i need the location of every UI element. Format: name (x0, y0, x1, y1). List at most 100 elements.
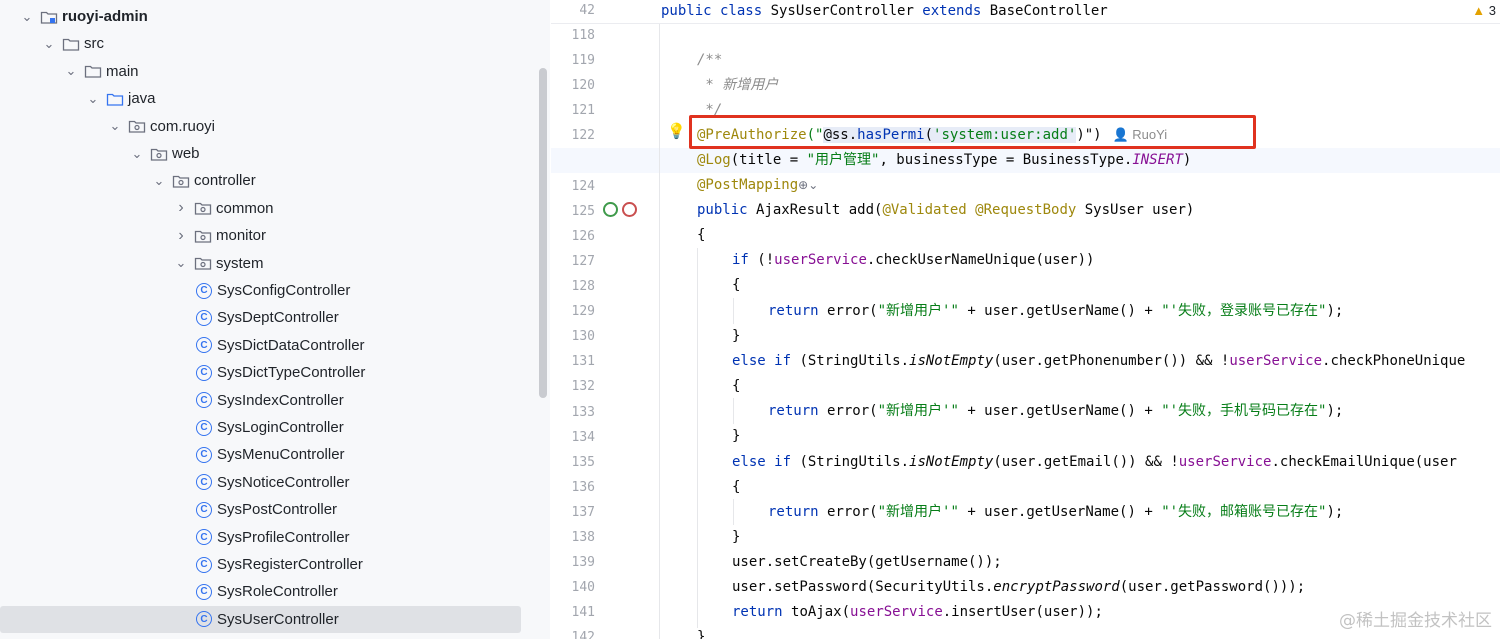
chevron-down-icon[interactable]: ⌄ (174, 255, 188, 271)
tree-item-syspostcontroller[interactable]: C SysPostController (0, 496, 540, 523)
tree-scrollbar[interactable] (539, 68, 547, 398)
chevron-down-icon[interactable]: ⌄ (130, 146, 144, 162)
code-token: "'失败，手机号码已存在" (1161, 403, 1327, 419)
code-line-127: if (!userService.checkUserNameUnique(use… (732, 250, 1094, 270)
chevron-down-icon[interactable]: ⌄ (108, 118, 122, 134)
project-tree-panel: ⌄ ruoyi-admin ⌄ src ⌄ main ⌄ java ⌄ com.ruoyi ⌄ web… (0, 0, 550, 639)
tree-item-sysnoticecontroller[interactable]: C SysNoticeController (0, 469, 540, 496)
chevron-down-icon[interactable]: ⌄ (152, 173, 166, 189)
line-number: 139 (571, 555, 595, 571)
lightbulb-icon[interactable]: 💡 (667, 122, 686, 140)
line-number: 118 (571, 28, 595, 43)
code-token: ) (1182, 152, 1192, 168)
code-line-128: { (732, 275, 740, 295)
java-class-icon: C (196, 446, 212, 463)
tree-item-monitor[interactable]: › monitor (0, 222, 540, 249)
tree-item-common[interactable]: › common (0, 195, 540, 222)
code-line-137: return error("新增用户'" + user.getUserName(… (768, 502, 1343, 522)
code-token: (user.getPassword())); (1119, 579, 1306, 595)
tree-item-sysmenucontroller[interactable]: C SysMenuController (0, 441, 540, 468)
code-token: if (732, 252, 758, 268)
tree-item-system[interactable]: ⌄ system (0, 250, 540, 277)
code-editor[interactable]: 42 public class SysUserController extend… (551, 0, 1500, 639)
java-class-icon: C (196, 583, 212, 600)
indent-guide (659, 24, 660, 639)
code-token: "'失败，登录账号已存在" (1161, 303, 1327, 319)
line-number: 130 (571, 329, 595, 345)
tree-item-label: common (216, 199, 274, 217)
globe-icon[interactable]: ⊕⌄ (798, 178, 818, 192)
tree-item-label: SysPostController (217, 501, 338, 519)
tree-item-sysconfigcontroller[interactable]: C SysConfigController (0, 277, 540, 304)
tree-item-com-ruoyi[interactable]: ⌄ com.ruoyi (0, 113, 540, 140)
tree-item-sysdeptcontroller[interactable]: C SysDeptController (0, 304, 540, 331)
tree-item-label: SysIndexController (217, 391, 344, 409)
line-number: 136 (571, 479, 595, 495)
tree-item-label: SysNoticeController (217, 473, 350, 491)
code-line-130: } (732, 326, 740, 346)
code-token: error( (827, 403, 878, 419)
tree-item-label: SysDeptController (217, 309, 339, 327)
sticky-class-header[interactable]: 42 public class SysUserController extend… (551, 0, 1500, 24)
tree-item-src[interactable]: ⌄ src (0, 30, 540, 57)
code-token: { (732, 378, 741, 394)
code-token: { (732, 277, 741, 293)
tree-item-sysregistercontroller[interactable]: C SysRegisterController (0, 551, 540, 578)
chevron-down-icon[interactable]: ⌄ (42, 36, 56, 52)
tree-item-label: SysConfigController (217, 282, 351, 299)
tree-item-main[interactable]: ⌄ main (0, 58, 540, 85)
java-class-icon: C (196, 364, 212, 381)
annotation-highlight-box (689, 115, 1256, 149)
code-line-123: @Log(title = "用户管理", businessType = Busi… (697, 150, 1191, 170)
tree-item-web[interactable]: ⌄ web (0, 140, 540, 167)
sticky-code-line: public class SysUserController extends B… (661, 1, 1108, 21)
indent-guide (733, 398, 734, 424)
code-line-125: public AjaxResult add(@Validated @Reques… (697, 200, 1194, 220)
chevron-down-icon[interactable]: ⌄ (86, 91, 100, 107)
code-token: } (732, 529, 741, 545)
chevron-right-icon[interactable]: › (174, 227, 188, 245)
code-line-134: } (732, 426, 740, 446)
line-number: 141 (571, 605, 595, 621)
code-token: return (732, 604, 792, 620)
line-number: 140 (571, 580, 595, 596)
warnings-indicator[interactable]: ▲ 3 (1472, 3, 1496, 18)
tree-item-sysdictdatacontroller[interactable]: C SysDictDataController (0, 332, 540, 359)
tree-item-label: SysMenuController (217, 446, 345, 464)
tree-item-sysusercontroller[interactable]: C SysUserController (0, 605, 521, 633)
code-token: } (732, 328, 741, 344)
code-token: "新增用户'" (877, 504, 959, 520)
line-number: 122 (571, 128, 595, 144)
code-line-126: { (697, 225, 705, 245)
chevron-down-icon[interactable]: ⌄ (20, 9, 34, 25)
java-class-icon: C (196, 282, 212, 299)
request-mapping-icon[interactable] (622, 202, 637, 217)
code-token: .insertUser(user)); (942, 604, 1103, 620)
line-number: 131 (571, 354, 595, 370)
warning-triangle-icon: ▲ (1472, 3, 1486, 18)
folder-icon (84, 63, 102, 79)
code-token: { (697, 227, 706, 243)
tree-item-sysdicttypecontroller[interactable]: C SysDictTypeController (0, 359, 540, 386)
code-token: ); (1326, 403, 1344, 419)
tree-item-label: com.ruoyi (150, 117, 216, 135)
code-line-141: return toAjax(userService.insertUser(use… (732, 602, 1103, 622)
code-token: SysUser user) (1084, 202, 1195, 218)
chevron-down-icon[interactable]: ⌄ (64, 63, 78, 79)
java-class-icon: C (196, 309, 212, 326)
chevron-right-icon[interactable]: › (174, 199, 188, 217)
warning-count: 3 (1488, 3, 1496, 18)
tree-item-java[interactable]: ⌄ java (0, 85, 540, 112)
bean-endpoint-icon[interactable] (603, 202, 618, 217)
tree-item-ruoyi-admin[interactable]: ⌄ ruoyi-admin (0, 3, 540, 30)
code-token: AjaxResult add( (756, 202, 883, 218)
tree-item-sysprofilecontroller[interactable]: C SysProfileController (0, 524, 540, 551)
code-token: @Log (697, 152, 731, 168)
code-token: user.setPassword(SecurityUtils. (732, 579, 994, 595)
code-token: (user.getPhonenumber()) && ! (993, 353, 1230, 369)
tree-item-controller[interactable]: ⌄ controller (0, 167, 540, 194)
code-token: ); (1326, 303, 1344, 319)
tree-item-sysindexcontroller[interactable]: C SysIndexController (0, 387, 540, 414)
tree-item-syslogincontroller[interactable]: C SysLoginController (0, 414, 540, 441)
tree-item-sysrolecontroller[interactable]: C SysRoleController (0, 578, 540, 605)
